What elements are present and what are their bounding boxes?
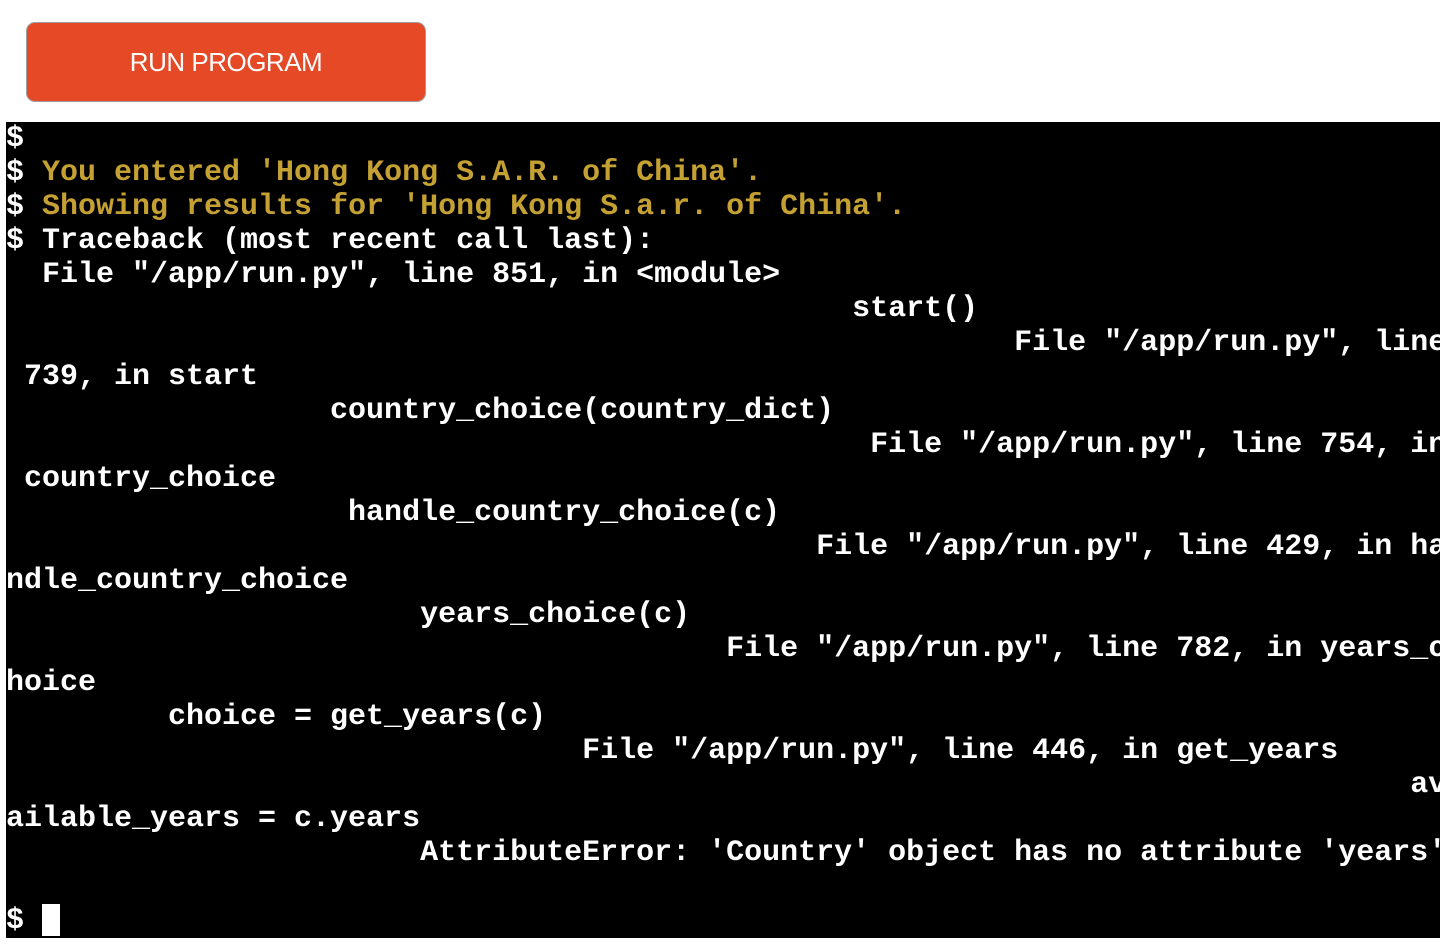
terminal-line: File "/app/run.py", line 851, in <module… — [6, 258, 781, 292]
terminal-input-line[interactable]: $ — [6, 904, 42, 938]
terminal-line-text: Traceback (most recent call last): — [24, 224, 655, 258]
terminal-line: hoice — [6, 666, 97, 700]
terminal-line: 739, in start — [6, 360, 259, 394]
page-footer-strip — [0, 938, 1440, 946]
page: RUN PROGRAM $ $ You entered 'Hong Kong S… — [0, 0, 1440, 946]
run-program-button[interactable]: RUN PROGRAM — [26, 22, 426, 102]
terminal-prompt: $ — [6, 190, 25, 224]
terminal-line: File "/app/run.py", line 754, in — [6, 428, 1440, 462]
terminal-line: File "/app/run.py", line 429, in ha — [6, 530, 1440, 564]
terminal-line-text: You entered 'Hong Kong S.A.R. of China'. — [24, 156, 763, 190]
terminal-line: country_choice(country_dict) — [6, 394, 835, 428]
terminal[interactable]: $ $ You entered 'Hong Kong S.A.R. of Chi… — [6, 122, 1440, 938]
terminal-prompt: $ — [6, 156, 25, 190]
terminal-line: av — [6, 768, 1440, 802]
terminal-line: ailable_years = c.years — [6, 802, 421, 836]
terminal-line-error: AttributeError: 'Country' object has no … — [6, 836, 1440, 870]
terminal-line: choice = get_years(c) — [6, 700, 547, 734]
terminal-line-text: Showing results for 'Hong Kong S.a.r. of… — [24, 190, 907, 224]
terminal-line-showing: $ Showing results for 'Hong Kong S.a.r. … — [6, 190, 906, 224]
terminal-line: ndle_country_choice — [6, 564, 349, 598]
terminal-line: start() — [6, 292, 979, 326]
terminal-line: File "/app/run.py", line 446, in get_yea… — [6, 734, 1339, 768]
terminal-line: $ — [6, 122, 25, 156]
terminal-prompt: $ — [6, 224, 25, 258]
terminal-line-entered: $ You entered 'Hong Kong S.A.R. of China… — [6, 156, 762, 190]
terminal-line: File "/app/run.py", line — [6, 326, 1440, 360]
terminal-line: File "/app/run.py", line 782, in years_c — [6, 632, 1440, 666]
terminal-cursor — [42, 904, 60, 936]
terminal-line: country_choice — [6, 462, 277, 496]
terminal-line-traceback: $ Traceback (most recent call last): — [6, 224, 654, 258]
terminal-line: years_choice(c) — [6, 598, 691, 632]
terminal-line: handle_country_choice(c) — [6, 496, 781, 530]
